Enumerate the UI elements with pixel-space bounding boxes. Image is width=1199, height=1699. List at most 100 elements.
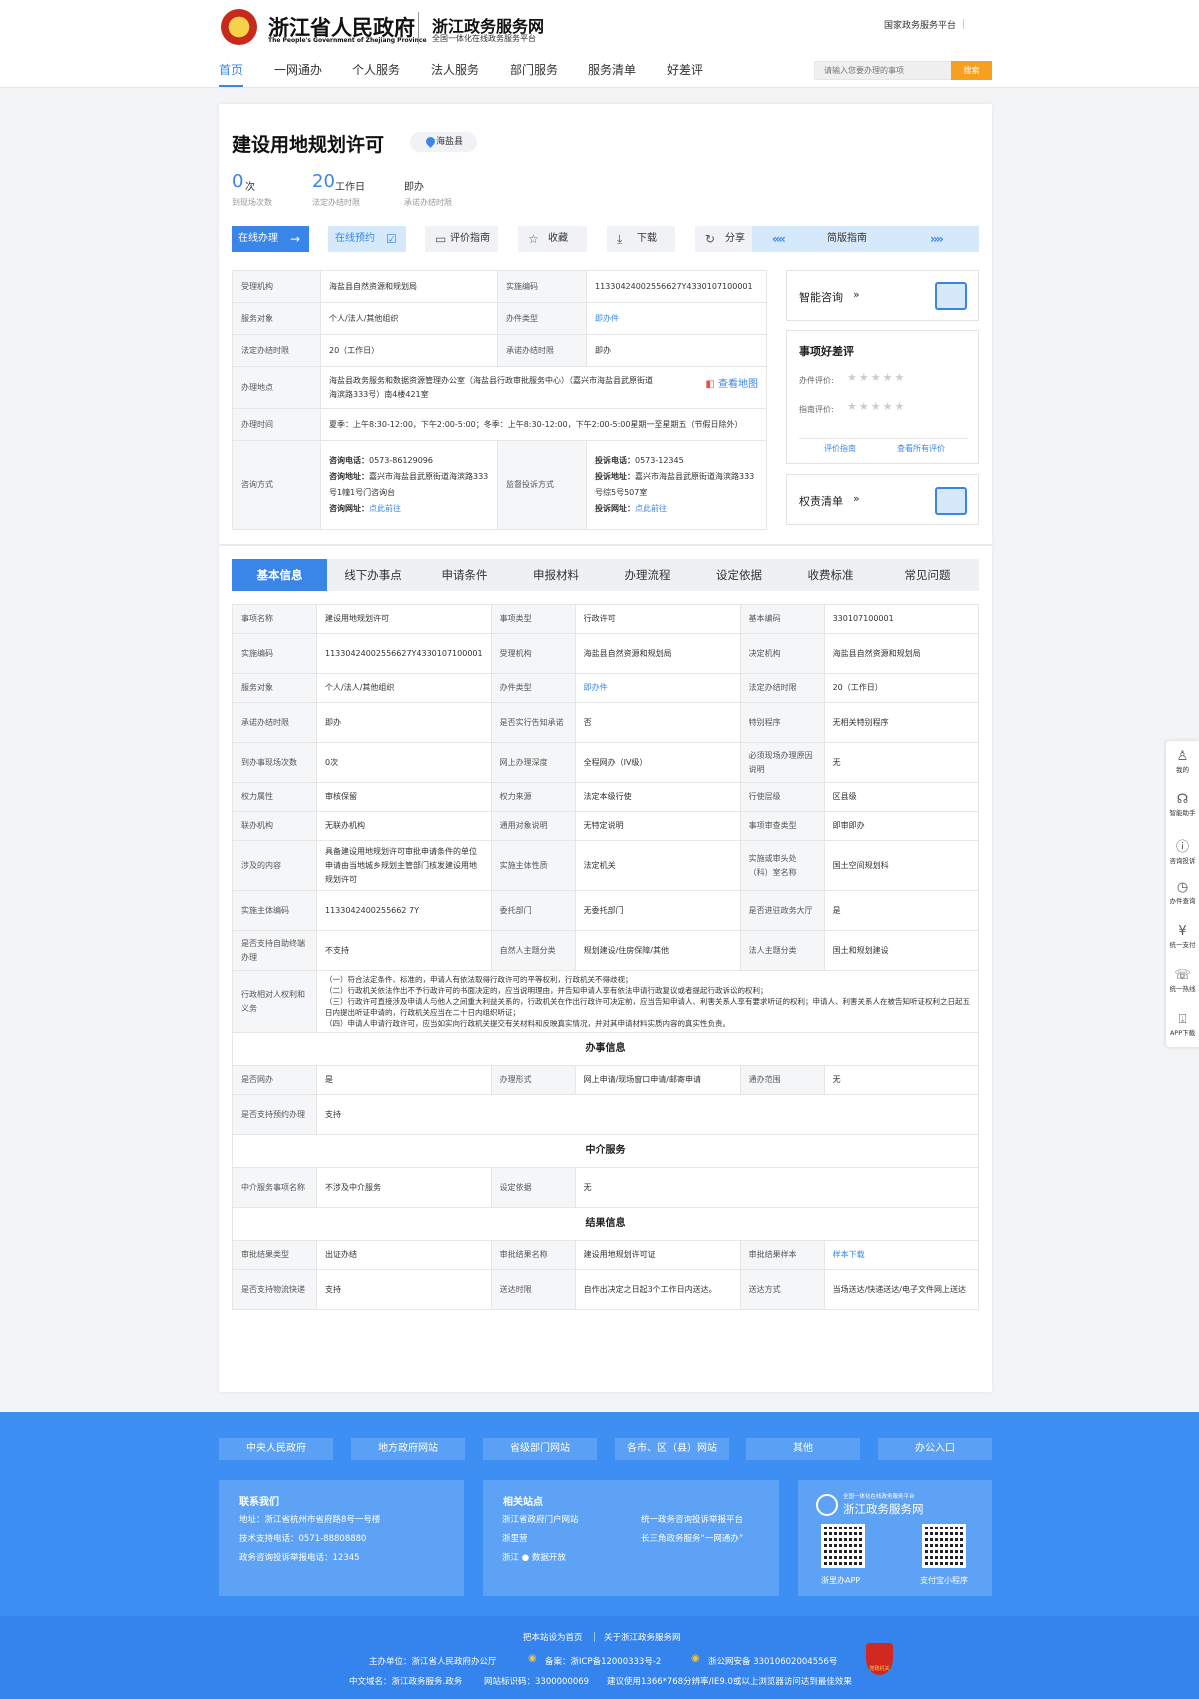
- table-key: 送达方式: [739, 1269, 825, 1310]
- footer-link-local[interactable]: 地方政府网站: [351, 1438, 465, 1460]
- rights-cell: （一）符合法定条件、标准的，申请人有依法取得行政许可的平等权利，行政机关不得歧视…: [316, 970, 979, 1033]
- map-icon: ◧: [705, 378, 715, 390]
- tab-process[interactable]: 办理流程: [602, 559, 693, 591]
- footer-link-provincial[interactable]: 省级部门网站: [483, 1438, 597, 1460]
- consult-web-link[interactable]: 点此前往: [369, 504, 401, 513]
- complaint-addr-key: 投诉地址：: [595, 472, 635, 481]
- view-map-link[interactable]: ◧ 查看地图: [705, 378, 758, 392]
- float-assistant[interactable]: ☊ 智能助手: [1166, 792, 1199, 817]
- evaluate-guide-button[interactable]: ▭ 评价指南: [425, 226, 498, 252]
- phone-icon: ☏: [1174, 968, 1191, 983]
- float-mine[interactable]: ♙ 我的: [1166, 749, 1199, 774]
- table-value: 法定机关: [583, 860, 616, 870]
- icp[interactable]: 备案：浙ICP备12000333号-2: [545, 1655, 661, 1667]
- table-key: 实施或审头处（科）室名称: [739, 840, 825, 891]
- nav-home[interactable]: 首页: [219, 61, 244, 87]
- about-link[interactable]: 关于浙江政务服务网: [604, 1631, 681, 1643]
- review-guide-link[interactable]: 评价指南: [824, 443, 856, 454]
- nav-review[interactable]: 好差评: [667, 61, 703, 87]
- value-link[interactable]: 样本下载: [833, 1250, 865, 1259]
- simple-guide-label: 简版指南: [827, 233, 867, 244]
- chevrons-left-icon: ‹‹‹‹: [772, 232, 786, 246]
- table-value: 海盐县自然资源和规划局: [583, 648, 672, 658]
- nav-legal[interactable]: 法人服务: [431, 61, 479, 87]
- tab-offline-points[interactable]: 线下办事点: [327, 559, 419, 591]
- table-row: 事项名称 建设用地规划许可 事项类型 行政许可 基本编码 330107100001: [232, 604, 980, 634]
- table-key: 特别程序: [739, 702, 825, 743]
- rating-stars-icon[interactable]: ★★★★★: [847, 371, 906, 384]
- yen-icon: ¥: [1178, 924, 1187, 939]
- related-link[interactable]: 浙江省政府门户网站: [502, 1513, 579, 1525]
- nav-one-stop[interactable]: 一网通办: [274, 61, 322, 87]
- table-cell: 自作出决定之日起3个工作日内送达。: [574, 1269, 741, 1310]
- party-govt-badge[interactable]: 党政机关: [866, 1643, 893, 1675]
- rights-line: （二）行政机关依法作出不予行政许可的书面决定的，应当说明理由，并告知申请人享有依…: [325, 986, 768, 995]
- footer-link-other[interactable]: 其他: [746, 1438, 860, 1460]
- rights-line: （三）行政许可直接涉及申请人与他人之间重大利益关系的，行政机关在作出行政许可决定…: [325, 997, 970, 1017]
- table-key: 实施主体编码: [232, 890, 317, 931]
- complaint-phone-key: 投诉电话：: [595, 456, 635, 465]
- float-app[interactable]: ⍗ APP下载: [1166, 1012, 1199, 1037]
- table-key: 审批结果样本: [739, 1240, 825, 1270]
- national-platform-link[interactable]: 国家政务服务平台: [884, 18, 965, 31]
- calendar-check-icon: ☑: [386, 232, 397, 246]
- table-cell: 个人/法人/其他组织: [316, 673, 492, 703]
- search-button[interactable]: 搜索: [951, 61, 992, 80]
- tab-materials[interactable]: 申报材料: [510, 559, 602, 591]
- smart-consult-box[interactable]: 智能咨询 »: [786, 270, 979, 321]
- float-query[interactable]: ◷ 办件查询: [1166, 880, 1199, 905]
- value-link[interactable]: 即办件: [584, 683, 608, 692]
- table-cell: 国土空间规划科: [823, 840, 980, 891]
- footer-link-cities[interactable]: 各市、区（县）网站: [615, 1438, 729, 1460]
- tab-basis[interactable]: 设定依据: [693, 559, 785, 591]
- footer-link-office[interactable]: 办公入口: [878, 1438, 992, 1460]
- table-key: 法定办结时限: [739, 673, 825, 703]
- table-row: 服务对象 个人/法人/其他组织 办件类型 即办件 法定办结时限 20（工作日）: [232, 673, 980, 703]
- page-title: 建设用地规划许可: [232, 134, 385, 156]
- table-value: 行政许可: [583, 614, 616, 623]
- nav-department[interactable]: 部门服务: [510, 61, 558, 87]
- consult-addr-key: 咨询地址：: [329, 472, 369, 481]
- float-pay[interactable]: ¥ 统一支付: [1166, 924, 1199, 949]
- related-link[interactable]: 统一政务咨询投诉举报平台: [641, 1513, 743, 1525]
- police-record[interactable]: 浙公网安备 33010602004556号: [708, 1655, 837, 1667]
- table-cell: 国土和规划建设: [823, 930, 980, 971]
- tab-basic-info[interactable]: 基本信息: [232, 559, 327, 591]
- complaint-cell: 投诉电话：0573-12345 投诉地址：嘉兴市海盐县武原街道海滨路333号综5…: [586, 440, 767, 530]
- appointment-label: 在线预约: [335, 233, 375, 244]
- table-key: 审批结果名称: [490, 1240, 576, 1270]
- related-link[interactable]: 浙江 ● 数据开放: [502, 1551, 566, 1563]
- appointment-button[interactable]: 在线预约 ☑: [328, 226, 406, 252]
- float-complaint[interactable]: ⓘ 咨询投诉: [1166, 836, 1199, 865]
- footer-link-central[interactable]: 中央人民政府: [219, 1438, 333, 1460]
- simple-guide-button[interactable]: ‹‹‹‹ 简版指南 ››››: [752, 226, 979, 252]
- item-type-link[interactable]: 即办件: [595, 314, 619, 323]
- power-list-box[interactable]: 权责清单 »: [786, 474, 979, 525]
- search-input[interactable]: [814, 61, 952, 80]
- review-box: 事项好差评 办件评价: ★★★★★ 指南评价: ★★★★★ 评价指南 查看所有评…: [786, 330, 979, 464]
- tab-conditions[interactable]: 申请条件: [419, 559, 510, 591]
- table-value: 支持: [325, 1284, 341, 1294]
- download-button[interactable]: ⤓ 下载: [607, 226, 675, 252]
- related-link[interactable]: 长三角政务服务“一网通办”: [641, 1532, 743, 1544]
- tab-faq[interactable]: 常见问题: [876, 559, 979, 591]
- favorite-button[interactable]: ☆ 收藏: [518, 226, 587, 252]
- info-value: 11330424002556627Y4330107100001: [586, 270, 767, 303]
- view-all-reviews-link[interactable]: 查看所有评价: [897, 443, 945, 454]
- related-link[interactable]: 浙里营: [502, 1532, 528, 1544]
- rating-stars-icon[interactable]: ★★★★★: [847, 400, 906, 413]
- tab-fees[interactable]: 收费标准: [785, 559, 876, 591]
- float-label: 统一支付: [1169, 941, 1196, 949]
- complaint-web-link[interactable]: 点此前往: [635, 504, 667, 513]
- nav-personal[interactable]: 个人服务: [352, 61, 400, 87]
- table-value: 建设用地规划许可: [325, 614, 389, 623]
- region-badge[interactable]: 海盐县: [410, 132, 478, 152]
- float-hotline[interactable]: ☏ 统一热线: [1166, 968, 1199, 993]
- consult-phone: 0573-86129096: [369, 456, 433, 465]
- set-homepage-link[interactable]: 把本站设为首页: [523, 1631, 583, 1643]
- online-apply-button[interactable]: 在线办理 →: [232, 226, 309, 252]
- nav-service-list[interactable]: 服务清单: [588, 61, 636, 87]
- table-key: 送达时限: [490, 1269, 576, 1310]
- table-value: 区县级: [832, 792, 857, 801]
- table-cell: 330107100001: [823, 604, 980, 634]
